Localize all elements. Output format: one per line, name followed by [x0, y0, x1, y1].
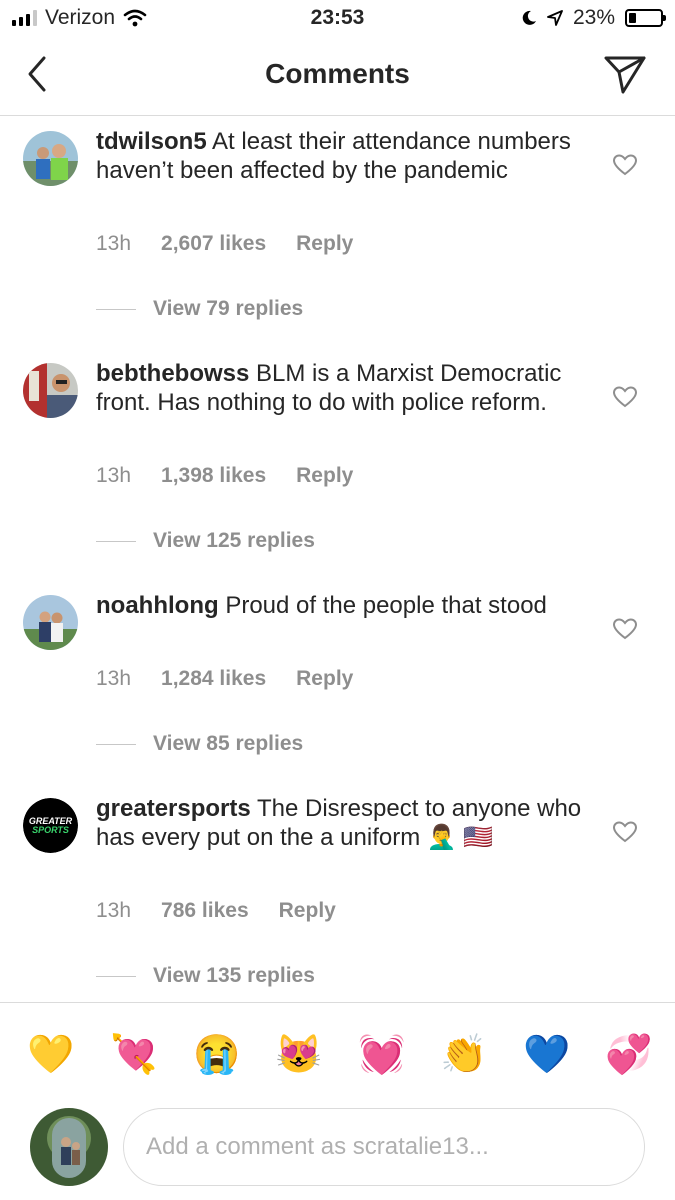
replies-divider-line — [96, 975, 136, 977]
navigation-header: Comments — [0, 38, 675, 116]
reply-button[interactable]: Reply — [296, 464, 353, 488]
comment-text: noahhlong Proud of the people that stood — [96, 591, 586, 620]
view-replies-button[interactable]: View 125 replies — [96, 529, 315, 553]
status-bar: Verizon 23:53 23% — [0, 0, 675, 38]
status-right: 23% — [521, 6, 666, 30]
moon-icon — [522, 10, 536, 25]
blue-heart-emoji-button[interactable]: 💙 — [523, 1033, 570, 1077]
like-heart-icon[interactable] — [612, 385, 638, 409]
reply-button[interactable]: Reply — [279, 899, 336, 923]
comment-time: 13h — [96, 899, 132, 922]
comment-meta: 13h 1,284 likes Reply — [96, 667, 353, 691]
comment-username[interactable]: bebthebowss — [96, 360, 249, 387]
comment-body: Proud of the people that stood — [225, 592, 547, 619]
reply-button[interactable]: Reply — [296, 232, 353, 256]
comment-time: 13h — [96, 464, 132, 487]
comment-username[interactable]: noahhlong — [96, 592, 219, 619]
comment-text: tdwilson5 At least their attendance numb… — [96, 127, 586, 185]
comment-meta: 13h 2,607 likes Reply — [96, 232, 353, 256]
battery-percent: 23% — [572, 6, 615, 29]
comment-input[interactable] — [123, 1108, 645, 1186]
view-replies-label: View 135 replies — [153, 964, 315, 987]
avatar[interactable]: GREATER SPORTS — [23, 798, 78, 853]
emoji-reaction-bar: 💛 💘 😭 😻 💓 👏 💙 💞 — [0, 1002, 675, 1101]
avatar[interactable] — [23, 363, 78, 418]
avatar-logo-text: SPORTS — [32, 825, 69, 835]
like-heart-icon[interactable] — [612, 820, 638, 844]
location-arrow-icon — [547, 10, 563, 26]
reply-button[interactable]: Reply — [296, 667, 353, 691]
comment-username[interactable]: tdwilson5 — [96, 128, 207, 155]
page-title: Comments — [265, 58, 410, 89]
comment-username[interactable]: greatersports — [96, 795, 251, 822]
replies-divider-line — [96, 308, 136, 310]
battery-icon — [625, 9, 666, 27]
like-count[interactable]: 2,607 likes — [161, 232, 266, 256]
like-heart-icon[interactable] — [612, 617, 638, 641]
current-user-avatar — [30, 1108, 108, 1186]
like-count[interactable]: 786 likes — [161, 899, 249, 923]
revolving-hearts-emoji-button[interactable]: 💞 — [605, 1033, 652, 1077]
view-replies-label: View 85 replies — [153, 732, 304, 755]
crying-face-emoji-button[interactable]: 😭 — [193, 1033, 240, 1077]
yellow-heart-emoji-button[interactable]: 💛 — [27, 1033, 74, 1077]
view-replies-button[interactable]: View 135 replies — [96, 964, 315, 988]
view-replies-label: View 125 replies — [153, 529, 315, 552]
heart-arrow-emoji-button[interactable]: 💘 — [110, 1033, 157, 1077]
comment-time: 13h — [96, 667, 132, 690]
comment-meta: 13h 1,398 likes Reply — [96, 464, 353, 488]
comment-meta: 13h 786 likes Reply — [96, 899, 336, 923]
comment-text: greatersports The Disrespect to anyone w… — [96, 794, 586, 852]
view-replies-button[interactable]: View 85 replies — [96, 732, 303, 756]
like-count[interactable]: 1,284 likes — [161, 667, 266, 691]
comment-time: 13h — [96, 232, 132, 255]
like-count[interactable]: 1,398 likes — [161, 464, 266, 488]
comment-text: bebthebowss BLM is a Marxist Democratic … — [96, 359, 586, 417]
avatar[interactable] — [23, 131, 78, 186]
heart-eyes-cat-emoji-button[interactable]: 😻 — [275, 1033, 322, 1077]
replies-divider-line — [96, 540, 136, 542]
like-heart-icon[interactable] — [612, 153, 638, 177]
clapping-hands-emoji-button[interactable]: 👏 — [440, 1033, 487, 1077]
avatar[interactable] — [23, 595, 78, 650]
direct-message-icon[interactable] — [603, 54, 647, 96]
view-replies-button[interactable]: View 79 replies — [96, 297, 303, 321]
replies-divider-line — [96, 743, 136, 745]
beating-heart-emoji-button[interactable]: 💓 — [358, 1033, 405, 1077]
view-replies-label: View 79 replies — [153, 297, 304, 320]
